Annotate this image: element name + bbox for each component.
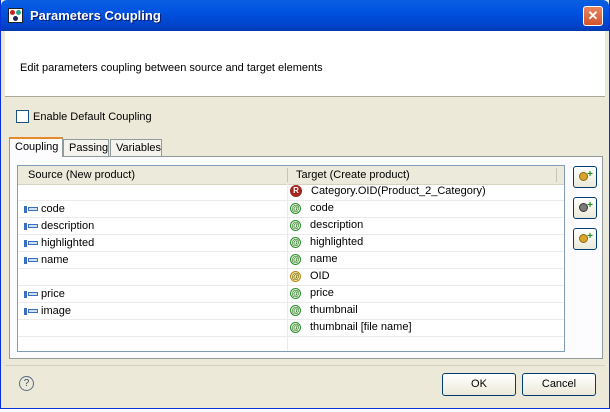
table-row[interactable]: description @ description [18,218,564,235]
source-label: price [41,288,65,300]
source-cell: image [24,305,71,317]
table-row[interactable]: highlighted @ highlighted [18,235,564,252]
help-icon[interactable]: ? [19,376,34,391]
dialog-title: Parameters Coupling [30,8,161,23]
attribute-icon: @ [290,304,301,316]
target-label: thumbnail [file name] [310,321,412,333]
attribute-icon: @ [290,236,301,248]
source-cell: code [24,203,65,215]
target-label: code [310,202,334,214]
source-cell: price [24,288,65,300]
target-label: highlighted [310,236,364,248]
app-icon [8,8,23,23]
enable-default-coupling-checkbox[interactable] [16,110,29,123]
table-row[interactable]: image @ thumbnail [18,303,564,320]
target-cell: @ OID [290,270,330,282]
table-row[interactable]: @ OID [18,269,564,286]
attribute-icon: @ [290,202,301,214]
source-label: highlighted [41,237,95,249]
source-label: name [41,254,69,266]
attribute-icon [24,222,39,230]
attribute-icon [24,307,39,315]
attribute-icon: @ [290,287,301,299]
coupling-table[interactable]: Source (New product) Target (Create prod… [17,165,565,352]
add-icon: + [587,200,593,211]
table-row[interactable]: price @ price [18,286,564,303]
relationship-icon: R [290,185,302,197]
target-label: name [310,253,338,265]
footer-separator [5,365,605,366]
target-cell: @ description [290,219,363,231]
column-divider[interactable] [287,168,288,182]
ok-button[interactable]: OK [442,373,516,396]
coupling-panel: Source (New product) Target (Create prod… [9,156,603,359]
target-label: description [310,219,364,231]
tab-passing[interactable]: Passing [63,139,109,156]
source-label: description [41,220,95,232]
target-cell: @ thumbnail [file name] [290,321,412,333]
attribute-icon [24,205,39,213]
target-cell: @ name [290,253,338,265]
target-cell: @ code [290,202,334,214]
enable-default-coupling-label: Enable Default Coupling [33,110,152,123]
attribute-icon: @ [290,321,301,333]
header-panel: Edit parameters coupling between source … [5,31,605,97]
key-attribute-icon: @ [290,270,301,282]
attribute-icon [24,290,39,298]
target-cell: R Category.OID(Product_2_Category) [290,185,486,197]
table-row[interactable]: name @ name [18,252,564,269]
enable-default-coupling-option[interactable]: Enable Default Coupling [16,110,152,123]
close-icon[interactable]: ✕ [583,6,603,26]
source-cell: description [24,220,94,232]
source-column-header[interactable]: Source (New product) [28,169,135,181]
tab-coupling[interactable]: Coupling [9,137,63,157]
attribute-icon [24,239,39,247]
target-cell: @ price [290,287,334,299]
source-cell: highlighted [24,237,94,249]
add-default-coupling-button[interactable]: + [573,197,597,219]
add-all-coupling-button[interactable]: + [573,228,597,250]
target-label: OID [310,270,330,282]
target-label: Category.OID(Product_2_Category) [311,185,486,197]
target-column-header[interactable]: Target (Create product) [296,169,410,181]
add-icon: + [587,169,593,180]
attribute-icon: @ [290,219,301,231]
table-row[interactable]: R Category.OID(Product_2_Category) [18,184,564,201]
target-cell: @ thumbnail [290,304,358,316]
table-header: Source (New product) Target (Create prod… [18,166,564,185]
attribute-icon [24,256,39,264]
target-cell: @ highlighted [290,236,363,248]
column-divider[interactable] [556,168,557,182]
source-label: image [41,305,71,317]
attribute-icon: @ [290,253,301,265]
header-description: Edit parameters coupling between source … [20,62,323,74]
title-bar[interactable]: Parameters Coupling ✕ [1,0,609,31]
add-icon: + [587,231,593,242]
dialog-window: Parameters Coupling ✕ Edit parameters co… [0,0,610,409]
source-cell: name [24,254,69,266]
table-row[interactable]: @ thumbnail [file name] [18,320,564,337]
add-coupling-button[interactable]: + [573,166,597,188]
target-label: thumbnail [310,304,358,316]
source-label: code [41,203,65,215]
tab-variables[interactable]: Variables [110,139,162,156]
table-row[interactable]: code @ code [18,201,564,218]
cancel-button[interactable]: Cancel [522,373,596,396]
target-label: price [310,287,334,299]
